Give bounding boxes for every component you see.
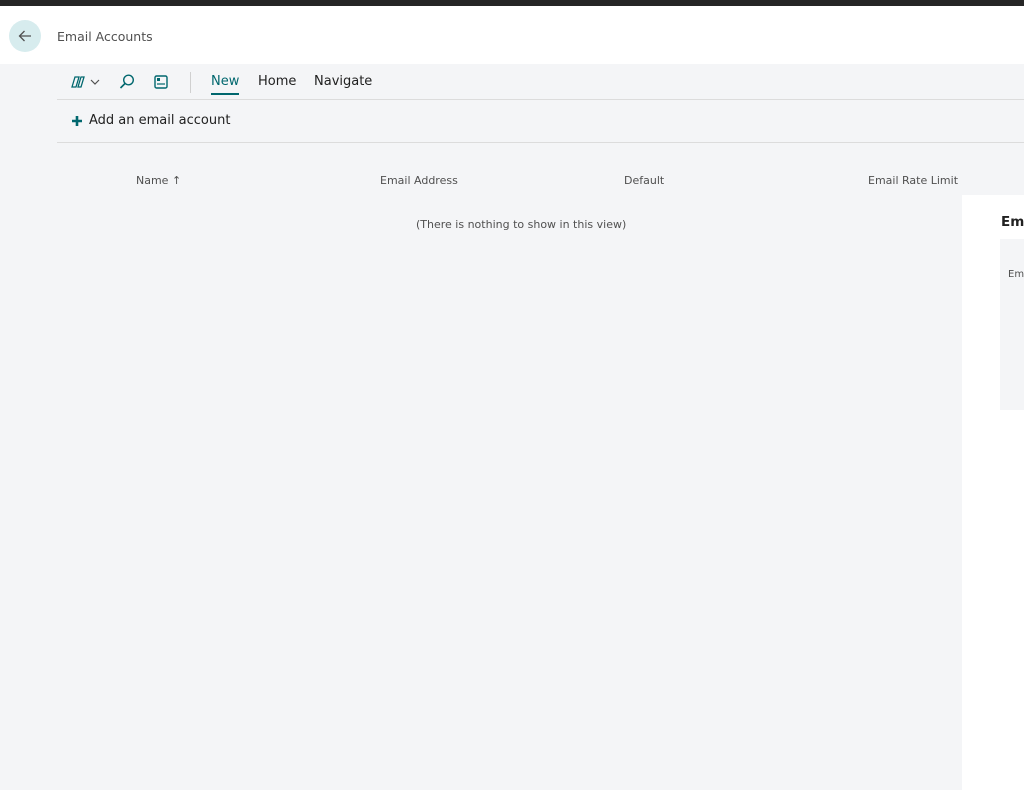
page-header: Email Accounts [0, 6, 1024, 64]
layout-icon [154, 75, 168, 89]
back-button[interactable] [9, 20, 41, 52]
tab-home[interactable]: Home [258, 74, 296, 89]
search-button[interactable] [118, 72, 136, 92]
column-header-email-address[interactable]: Email Address [380, 174, 458, 187]
tab-navigate[interactable]: Navigate [314, 74, 372, 89]
column-header-email-rate-limit[interactable]: Email Rate Limit [868, 174, 958, 187]
tab-new[interactable]: New [211, 74, 240, 95]
action-bar: New Home Navigate [57, 64, 1024, 100]
empty-grid-message: (There is nothing to show in this view) [416, 218, 627, 231]
sort-ascending-icon: ↑ [171, 174, 182, 187]
factbox-pane: Ema Em [962, 195, 1024, 790]
chevron-down-icon [90, 79, 100, 85]
factbox-title: Ema [1001, 214, 1024, 230]
page-content: New Home Navigate Add an email account N… [0, 64, 1024, 790]
page-title: Email Accounts [57, 29, 153, 44]
copilot-icon [71, 76, 85, 88]
action-bar-divider [190, 72, 191, 93]
arrow-left-icon [18, 30, 31, 42]
add-email-account-button[interactable]: Add an email account [71, 113, 230, 128]
plus-icon [72, 115, 82, 126]
column-header-name[interactable]: Name ↑ [136, 174, 181, 187]
search-icon [119, 74, 135, 89]
column-header-default[interactable]: Default [624, 174, 664, 187]
grid-header: Name ↑ Email Address Default Email Rate … [57, 143, 962, 195]
copilot-dropdown-button[interactable] [69, 72, 101, 92]
command-bar: Add an email account [57, 100, 1024, 143]
column-name-label: Name [136, 174, 169, 187]
factbox-card-text: Em [1008, 269, 1024, 280]
layout-button[interactable] [153, 72, 169, 92]
factbox-card: Em [1000, 239, 1024, 410]
add-email-account-label: Add an email account [89, 113, 231, 128]
